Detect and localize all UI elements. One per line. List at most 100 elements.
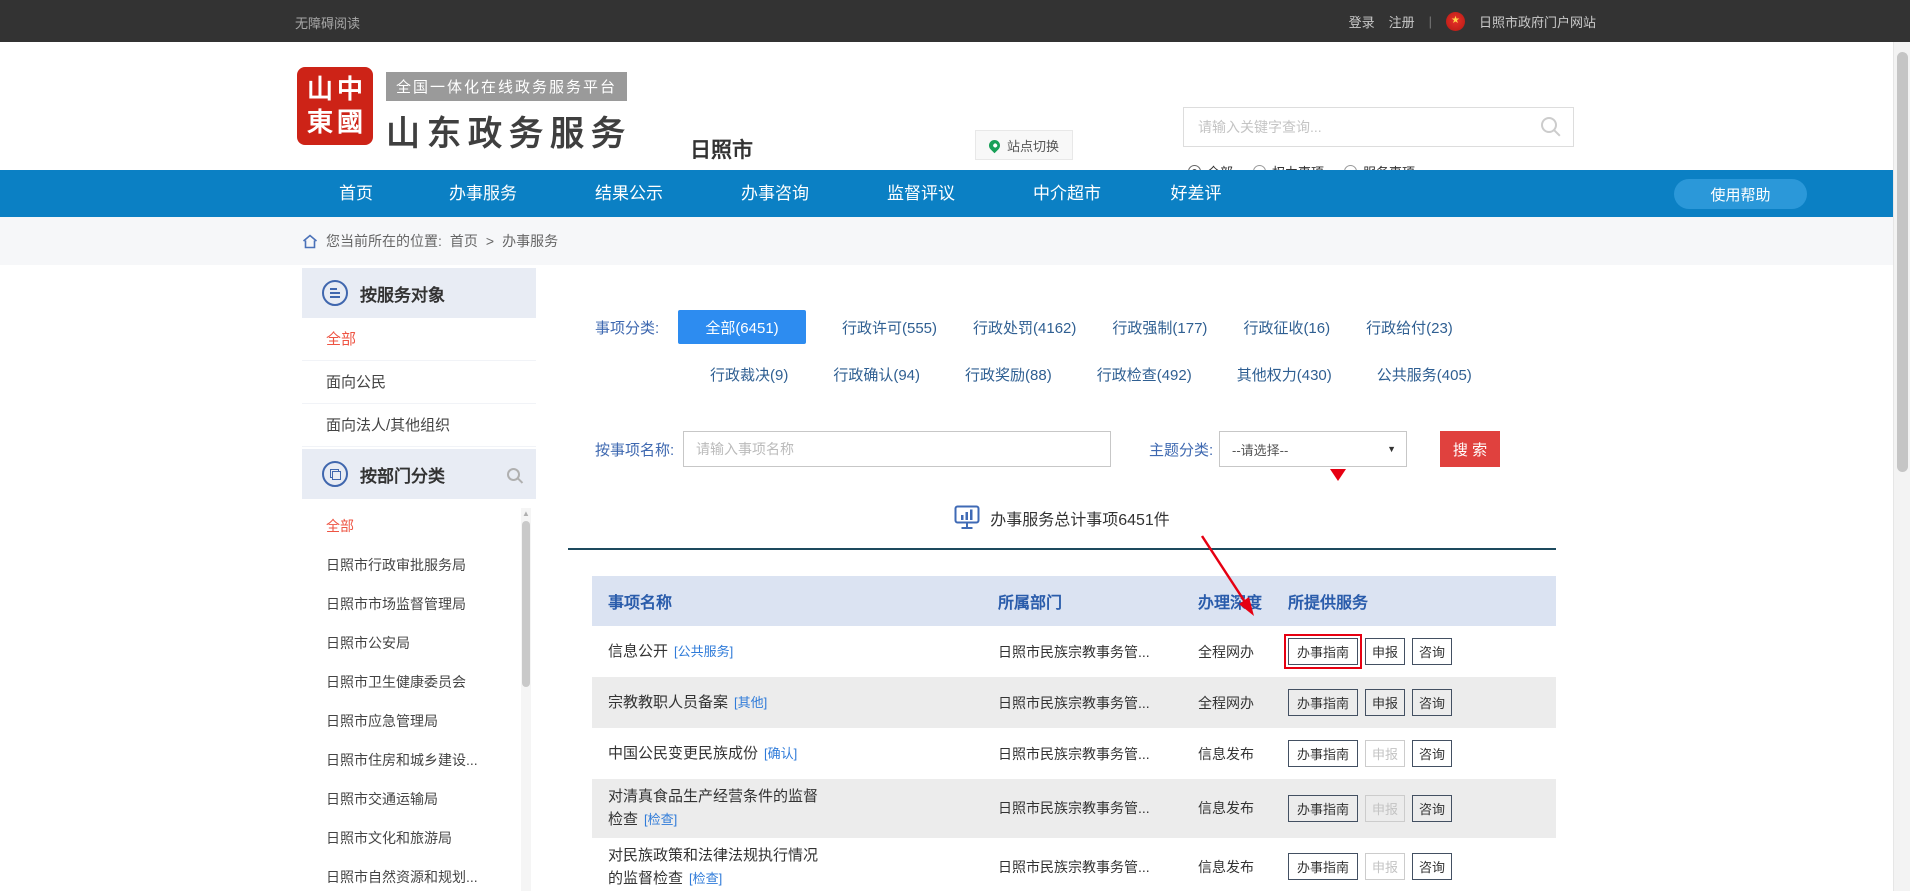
department-search-icon[interactable]: [507, 468, 520, 481]
service-target-item-1[interactable]: 全部: [302, 318, 536, 361]
category-tab-1[interactable]: 全部(6451): [678, 310, 806, 344]
guide-button[interactable]: 办事指南: [1288, 689, 1358, 716]
service-target-item-3[interactable]: 面向法人/其他组织: [302, 404, 536, 447]
register-link[interactable]: 注册: [1389, 12, 1415, 31]
cell-item-name: 信息公开[公共服务]: [592, 640, 998, 663]
item-tag-link[interactable]: [检查]: [689, 871, 722, 886]
nav-item-4[interactable]: 办事咨询: [702, 170, 848, 217]
nav-item-1[interactable]: 首页: [302, 170, 410, 217]
breadcrumb-prefix: 您当前所在的位置:: [326, 231, 442, 251]
site-switch-button[interactable]: 站点切换: [975, 130, 1073, 160]
nav-item-7[interactable]: 好差评: [1140, 170, 1252, 217]
consult-button[interactable]: 咨询: [1412, 689, 1452, 716]
category-tab-10[interactable]: 行政检查(492): [1097, 364, 1192, 385]
topbar: 无障碍阅读 登录 注册 | ★ 日照市政府门户网站: [0, 0, 1910, 42]
sidebar-header-service-target: 按服务对象: [302, 268, 536, 318]
department-item-8[interactable]: 日照市交通运输局: [302, 780, 536, 819]
content: 按服务对象 全部面向公民面向法人/其他组织 按部门分类 全部日照市行政审批服务局…: [0, 265, 1910, 891]
breadcrumb-separator: >: [486, 233, 494, 249]
category-tab-5[interactable]: 行政征收(16): [1243, 317, 1330, 338]
category-tab-6[interactable]: 行政给付(23): [1366, 317, 1453, 338]
cell-depth: 信息发布: [1198, 857, 1282, 877]
accessibility-link[interactable]: 无障碍阅读: [295, 13, 360, 32]
department-item-3[interactable]: 日照市市场监督管理局: [302, 585, 536, 624]
department-icon: [322, 461, 348, 487]
department-item-9[interactable]: 日照市文化和旅游局: [302, 819, 536, 858]
item-name-input[interactable]: [683, 431, 1111, 467]
item-tag-link[interactable]: [检查]: [644, 812, 677, 827]
apply-button[interactable]: 申报: [1365, 795, 1405, 822]
category-tab-2[interactable]: 行政许可(555): [842, 317, 937, 338]
portal-link[interactable]: 日照市政府门户网站: [1479, 12, 1596, 31]
consult-button[interactable]: 咨询: [1412, 795, 1452, 822]
department-item-5[interactable]: 日照市卫生健康委员会: [302, 663, 536, 702]
guide-button[interactable]: 办事指南: [1288, 638, 1358, 665]
item-tag-link[interactable]: [确认]: [764, 746, 797, 761]
nav-item-2[interactable]: 办事服务: [410, 170, 556, 217]
apply-button[interactable]: 申报: [1365, 740, 1405, 767]
apply-button[interactable]: 申报: [1365, 638, 1405, 665]
shandong-seal-logo: 山東中國: [297, 67, 373, 145]
department-item-2[interactable]: 日照市行政审批服务局: [302, 546, 536, 585]
cell-depth: 信息发布: [1198, 798, 1282, 818]
department-item-4[interactable]: 日照市公安局: [302, 624, 536, 663]
cell-department: 日照市民族宗教事务管...: [998, 744, 1198, 764]
nav-item-5[interactable]: 监督评议: [848, 170, 994, 217]
site-switch-label: 站点切换: [1007, 136, 1059, 155]
category-tab-11[interactable]: 其他权力(430): [1237, 364, 1332, 385]
category-tab-4[interactable]: 行政强制(177): [1112, 317, 1207, 338]
topic-select[interactable]: --请选择-- ▼: [1219, 431, 1407, 467]
apply-button[interactable]: 申报: [1365, 689, 1405, 716]
sidebar-scrollbar[interactable]: ▲: [521, 508, 531, 891]
scrollbar-up-icon[interactable]: ▲: [521, 509, 531, 519]
search-icon[interactable]: [1541, 117, 1557, 133]
cell-department: 日照市民族宗教事务管...: [998, 642, 1198, 662]
guide-button[interactable]: 办事指南: [1288, 853, 1358, 880]
service-target-item-2[interactable]: 面向公民: [302, 361, 536, 404]
department-item-7[interactable]: 日照市住房和城乡建设...: [302, 741, 536, 780]
nav-item-3[interactable]: 结果公示: [556, 170, 702, 217]
department-item-6[interactable]: 日照市应急管理局: [302, 702, 536, 741]
login-link[interactable]: 登录: [1349, 12, 1375, 31]
department-item-1[interactable]: 全部: [302, 507, 536, 546]
seal-char: 東: [305, 106, 335, 139]
cell-depth: 信息发布: [1198, 744, 1282, 764]
help-button[interactable]: 使用帮助: [1674, 179, 1807, 209]
sidebar-scrollbar-thumb[interactable]: [522, 521, 530, 687]
apply-button[interactable]: 申报: [1365, 853, 1405, 880]
item-tag-link[interactable]: [其他]: [734, 695, 767, 710]
department-item-10[interactable]: 日照市自然资源和规划...: [302, 858, 536, 889]
consult-button[interactable]: 咨询: [1412, 740, 1452, 767]
category-tab-3[interactable]: 行政处罚(4162): [973, 317, 1076, 338]
breadcrumb-current[interactable]: 办事服务: [502, 231, 558, 251]
category-tab-7[interactable]: 行政裁决(9): [710, 364, 788, 385]
category-tab-12[interactable]: 公共服务(405): [1377, 364, 1472, 385]
guide-button[interactable]: 办事指南: [1288, 795, 1358, 822]
cell-item-name: 对清真食品生产经营条件的监督检查[检查]: [592, 785, 998, 832]
items-table: 事项名称 所属部门 办理深度 所提供服务 信息公开[公共服务]日照市民族宗教事务…: [592, 576, 1556, 891]
cell-services: 办事指南申报咨询: [1282, 740, 1556, 767]
cell-item-name: 中国公民变更民族成份[确认]: [592, 742, 998, 765]
chevron-down-icon: ▼: [1387, 444, 1396, 454]
guide-button[interactable]: 办事指南: [1288, 740, 1358, 767]
breadcrumb-home[interactable]: 首页: [450, 231, 478, 251]
search-button[interactable]: 搜 索: [1440, 431, 1500, 467]
consult-button[interactable]: 咨询: [1412, 853, 1452, 880]
cell-item-name: 宗教教职人员备案[其他]: [592, 691, 998, 714]
service-target-title: 按服务对象: [360, 281, 445, 306]
nav-item-6[interactable]: 中介超市: [994, 170, 1140, 217]
cell-depth: 全程网办: [1198, 642, 1282, 662]
item-tag-link[interactable]: [公共服务]: [674, 644, 733, 659]
page-scrollbar-thumb[interactable]: [1897, 52, 1908, 472]
consult-button[interactable]: 咨询: [1412, 638, 1452, 665]
nav-items: 首页办事服务结果公示办事咨询监督评议中介超市好差评: [302, 170, 1252, 217]
home-icon: [302, 234, 318, 249]
category-tab-8[interactable]: 行政确认(94): [833, 364, 920, 385]
category-tab-9[interactable]: 行政奖励(88): [965, 364, 1052, 385]
item-name-wrap: 宗教教职人员备案[其他]: [608, 691, 830, 714]
category-label: 事项分类:: [595, 317, 678, 338]
table-row-1: 信息公开[公共服务]日照市民族宗教事务管...全程网办办事指南申报咨询: [592, 626, 1556, 677]
page-scrollbar[interactable]: [1893, 42, 1910, 891]
cell-department: 日照市民族宗教事务管...: [998, 857, 1198, 877]
keyword-search-input[interactable]: [1184, 108, 1524, 146]
